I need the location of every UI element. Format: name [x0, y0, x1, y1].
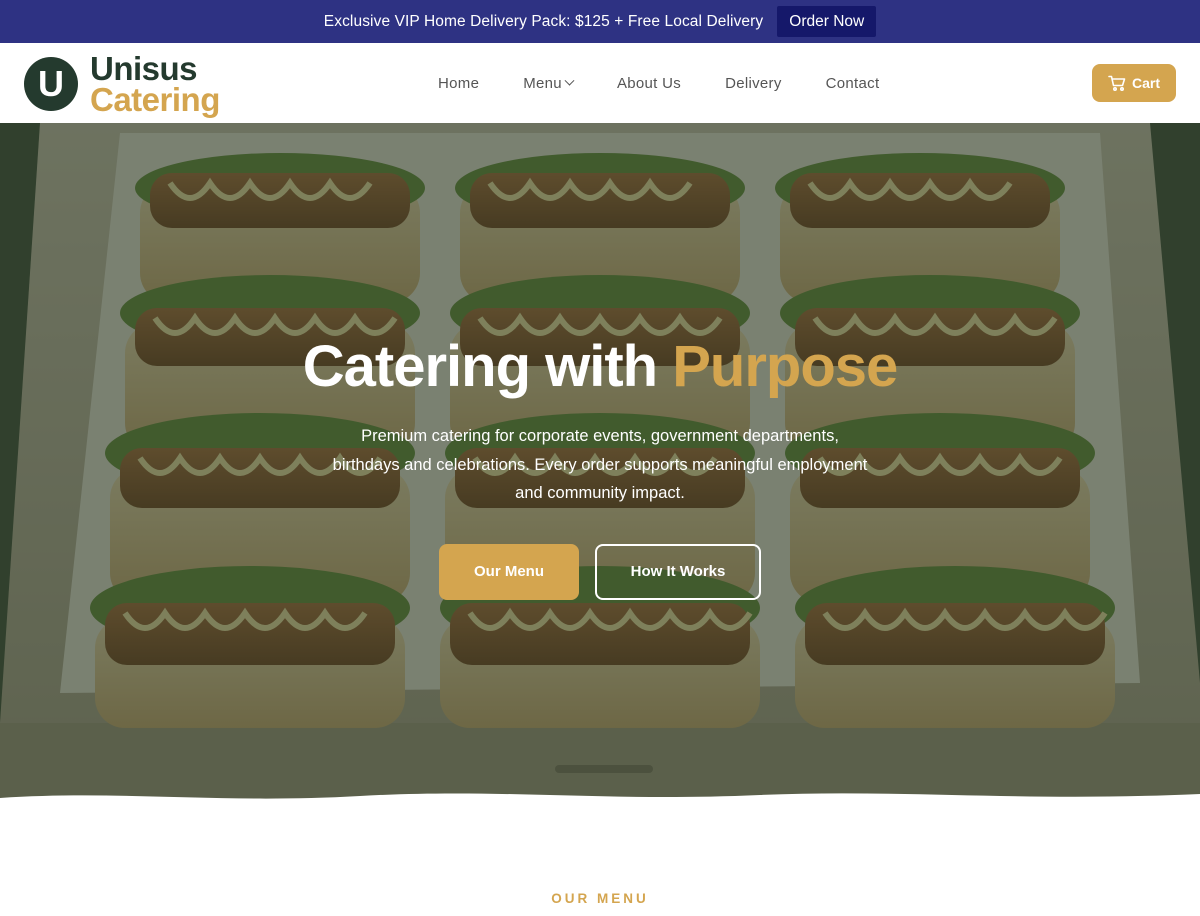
logo-mark: U	[24, 57, 78, 112]
nav-item-label: Menu	[523, 74, 562, 92]
promo-bar: Exclusive VIP Home Delivery Pack: $125 +…	[0, 0, 1200, 43]
main-nav: Home Menu About Us Delivery Contact	[438, 43, 879, 123]
nav-item-label: Delivery	[725, 74, 782, 92]
cart-label: Cart	[1131, 75, 1160, 91]
how-it-works-button[interactable]: How It Works	[595, 543, 761, 600]
hero-title: Catering with Purpose	[0, 333, 1200, 400]
logo-line2: Catering	[90, 81, 220, 119]
nav-item-label: Contact	[825, 74, 880, 92]
nav-item-label: About Us	[616, 74, 682, 92]
nav-item-about-us[interactable]: About Us	[617, 75, 681, 92]
site-header: U Unisus Catering Home Menu About Us Del…	[0, 43, 1200, 123]
promo-text: Exclusive VIP Home Delivery Pack: $125 +…	[323, 12, 764, 30]
hero-wave-divider	[0, 793, 1200, 803]
hero-buttons: Our Menu How It Works	[0, 543, 1200, 600]
logo[interactable]: U Unisus Catering	[24, 50, 220, 119]
shopping-cart-icon	[1108, 75, 1126, 91]
chevron-down-icon	[564, 75, 575, 86]
order-now-button[interactable]: Order Now	[777, 6, 877, 37]
nav-item-home[interactable]: Home	[438, 75, 479, 92]
hero-content: Catering with Purpose Premium catering f…	[0, 333, 1200, 600]
nav-item-label: Home	[438, 74, 480, 92]
nav-item-delivery[interactable]: Delivery	[725, 75, 782, 92]
hero-title-accent: Purpose	[672, 334, 898, 399]
logo-line1: Unisus	[90, 50, 198, 87]
hero-title-main: Catering with	[302, 334, 673, 399]
section-label: OUR MENU	[551, 891, 649, 906]
nav-item-contact[interactable]: Contact	[826, 75, 880, 92]
hero-subtitle: Premium catering for corporate events, g…	[332, 427, 868, 502]
logo-text: Unisus Catering	[90, 50, 220, 119]
hero: Catering with Purpose Premium catering f…	[0, 123, 1200, 803]
nav-item-menu[interactable]: Menu	[523, 74, 575, 92]
our-menu-button[interactable]: Our Menu	[439, 543, 579, 600]
cart-button[interactable]: Cart	[1092, 64, 1176, 102]
